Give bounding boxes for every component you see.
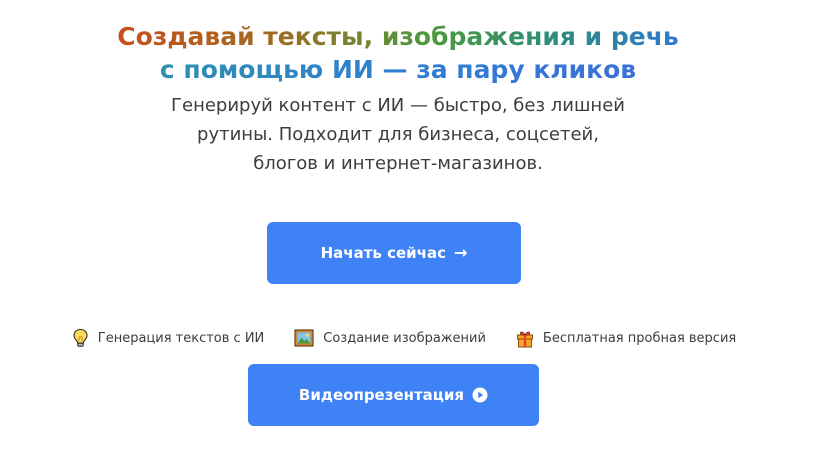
hero-title-line1-text: Создавай тексты, изображения и речь (117, 22, 679, 51)
hero-title-line2-text: с помощью ИИ — за пару кликов (159, 55, 637, 84)
hero-title-line2: с помощью ИИ — за пару кликов (0, 53, 796, 86)
feature-item: Бесплатная пробная версия (516, 328, 736, 348)
start-now-button[interactable]: Начать сейчас → (267, 222, 521, 284)
hero-subtitle-line: рутины. Подходит для бизнеса, соцсетей, (197, 124, 599, 145)
feature-item: Генерация текстов с ИИ (72, 328, 265, 348)
video-presentation-label: Видеопрезентация (298, 386, 465, 404)
play-circle-icon (472, 387, 488, 403)
start-now-label: Начать сейчас (320, 244, 446, 262)
feature-label: Бесплатная пробная версия (542, 330, 737, 346)
hero-subtitle: Генерируй контент с ИИ — быстро, без лиш… (0, 91, 796, 178)
feature-label: Генерация текстов с ИИ (97, 330, 265, 346)
hero-subtitle-line: блогов и интернет-магазинов. (253, 153, 543, 174)
hero-subtitle-line: Генерируй контент с ИИ — быстро, без лиш… (171, 95, 625, 116)
picture-icon (294, 329, 314, 347)
lightbulb-icon (73, 328, 88, 347)
gift-icon (516, 331, 533, 347)
video-presentation-button[interactable]: Видеопрезентация (248, 364, 539, 426)
arrow-right-icon: → (453, 243, 468, 262)
feature-list: Генерация текстов с ИИ Создание изображе… (0, 328, 796, 348)
hero-title-line1: Создавай тексты, изображения и речь (0, 20, 796, 53)
feature-label: Создание изображений (323, 330, 486, 346)
feature-item: Создание изображений (294, 328, 486, 348)
